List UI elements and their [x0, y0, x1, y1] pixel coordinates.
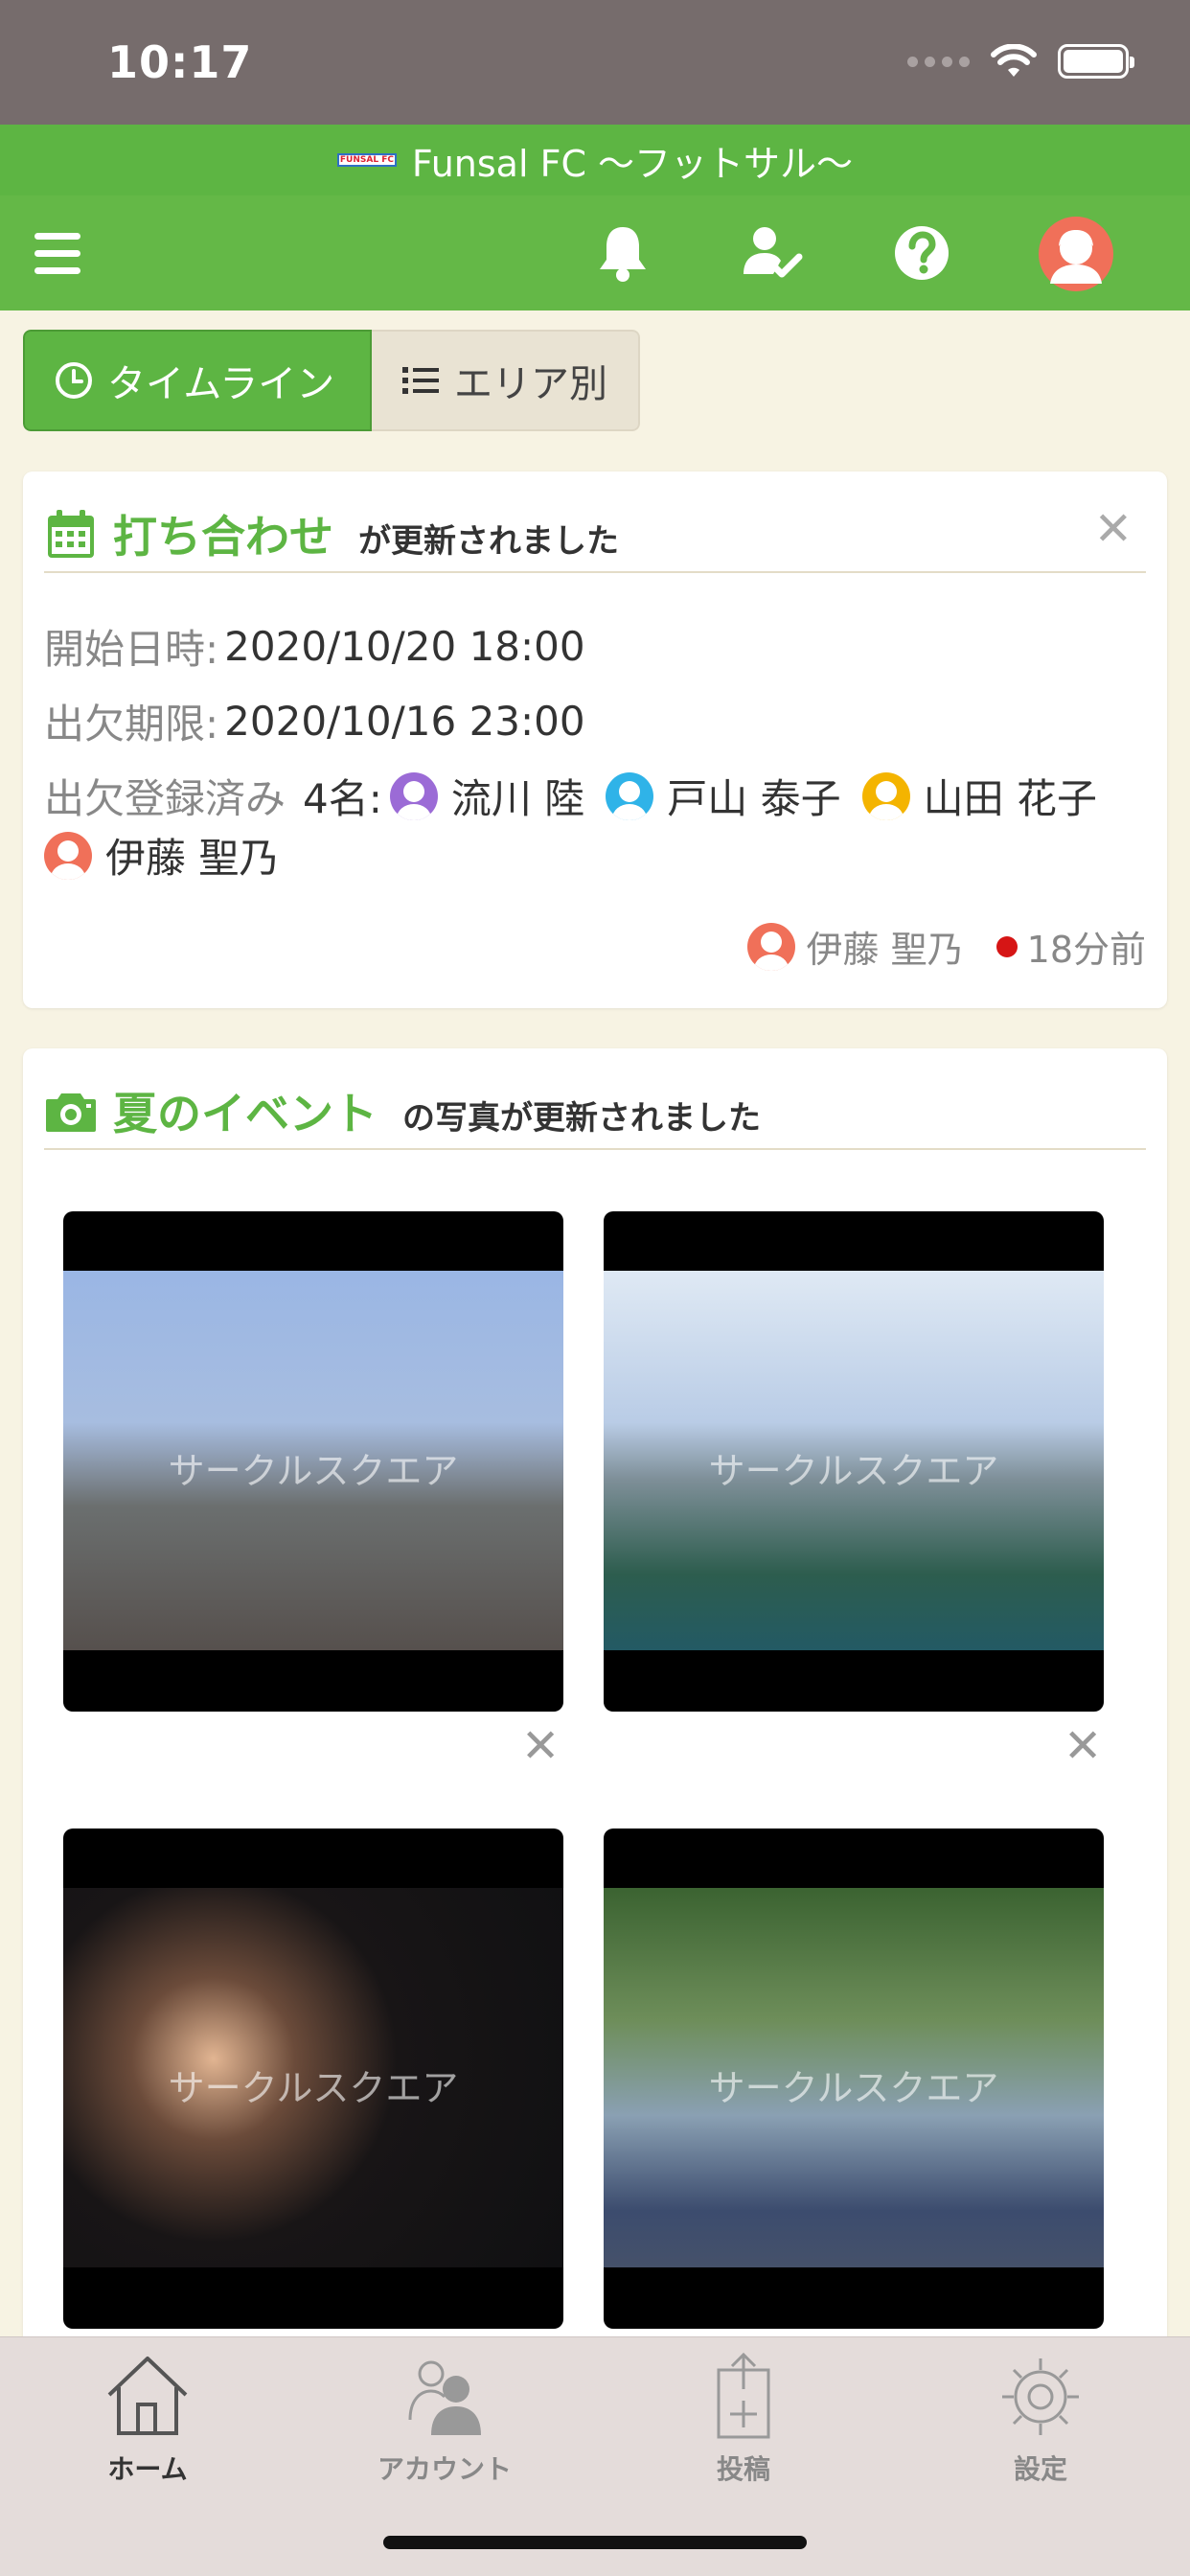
post-icon	[717, 2352, 770, 2439]
card-title-suffix: の写真が更新されました	[402, 1098, 761, 1138]
avatar	[606, 771, 654, 820]
toolbar	[0, 196, 1190, 310]
member-name[interactable]: 流川 陸	[451, 767, 584, 825]
wifi-icon	[991, 44, 1037, 77]
close-icon[interactable]: ✕	[1094, 502, 1133, 556]
photo-watermark: サークルスクエア	[708, 2067, 999, 2109]
nav-account[interactable]: アカウント	[349, 2351, 540, 2487]
menu-icon[interactable]	[21, 217, 94, 289]
start-datetime-row: 開始日時: 2020/10/20 18:00	[44, 617, 585, 676]
start-value: 2020/10/20 18:00	[224, 623, 585, 670]
card-footer: 伊藤 聖乃 18分前	[746, 920, 1146, 973]
start-label: 開始日時:	[44, 626, 219, 673]
status-time: 10:17	[107, 36, 253, 88]
photo-watermark: サークルスクエア	[168, 1450, 459, 1492]
deadline-label: 出欠期限:	[44, 701, 219, 748]
card-title-link[interactable]: 夏のイベント	[113, 1079, 378, 1142]
status-bar: 10:17	[0, 0, 1190, 125]
member-name[interactable]: 戸山 泰子	[667, 767, 840, 825]
close-icon[interactable]: ✕	[521, 1719, 560, 1773]
app-title: Funsal FC 〜フットサル〜	[411, 142, 854, 185]
avatar	[861, 771, 910, 820]
tab-area-label: エリア別	[454, 362, 607, 406]
deadline-value: 2020/10/16 23:00	[224, 698, 585, 745]
camera-icon	[46, 1093, 96, 1132]
avatar	[44, 831, 92, 880]
photo-thumbnail[interactable]: サークルスクエア	[63, 1211, 563, 1712]
card-header: 夏のイベント の写真が更新されました	[44, 1073, 1146, 1150]
registered-row: 出欠登録済み 4名: 流川 陸 戸山 泰子 山田 花子	[44, 767, 1110, 825]
avatar	[389, 771, 438, 820]
card-header: 打ち合わせ が更新されました ✕	[44, 496, 1146, 573]
member-name[interactable]: 伊藤 聖乃	[105, 826, 279, 885]
gear-icon	[1002, 2358, 1079, 2435]
account-icon	[408, 2360, 481, 2435]
app-title-bar: FUNSAL FC Funsal FC 〜フットサル〜	[0, 125, 1190, 196]
signal-icon	[907, 56, 970, 67]
registered-count: 4名:	[303, 775, 382, 822]
clock-icon	[56, 362, 92, 399]
member-name[interactable]: 山田 花子	[924, 767, 1097, 825]
tab-timeline-label: タイムライン	[107, 362, 335, 406]
home-indicator	[383, 2536, 807, 2549]
avatar-icon[interactable]	[1039, 217, 1113, 291]
battery-icon	[1058, 44, 1134, 79]
view-tabs: タイムライン エリア別	[23, 330, 640, 431]
calendar-icon	[48, 510, 94, 558]
photo-watermark: サークルスクエア	[708, 1450, 999, 1492]
nav-post-label: 投稿	[716, 2453, 770, 2485]
nav-home-label: ホーム	[107, 2453, 188, 2485]
nav-settings[interactable]: 設定	[945, 2351, 1136, 2487]
attendance-check-icon[interactable]	[736, 217, 809, 289]
photo-watermark: サークルスクエア	[168, 2067, 459, 2109]
unread-dot	[995, 935, 1018, 957]
status-icons	[907, 44, 1134, 79]
nav-home[interactable]: ホーム	[52, 2351, 243, 2487]
nav-account-label: アカウント	[377, 2453, 512, 2485]
club-logo: FUNSAL FC	[336, 153, 397, 167]
tab-timeline[interactable]: タイムライン	[23, 330, 372, 431]
bell-icon[interactable]	[586, 217, 659, 289]
footer-time: 18分前	[1026, 929, 1146, 971]
tab-area[interactable]: エリア別	[372, 330, 640, 431]
nav-settings-label: 設定	[1013, 2453, 1067, 2485]
deadline-row: 出欠期限: 2020/10/16 23:00	[44, 692, 585, 750]
photo-thumbnail[interactable]: サークルスクエア	[604, 1828, 1104, 2329]
footer-user[interactable]: 伊藤 聖乃	[807, 920, 964, 973]
avatar	[746, 922, 795, 971]
card-title-link[interactable]: 打ち合わせ	[113, 502, 333, 565]
list-icon	[402, 367, 439, 394]
timeline-card-meeting[interactable]: 打ち合わせ が更新されました ✕ 開始日時: 2020/10/20 18:00 …	[23, 472, 1167, 1008]
photo-thumbnail[interactable]: サークルスクエア	[63, 1828, 563, 2329]
card-title-suffix: が更新されました	[358, 521, 619, 561]
photo-thumbnail[interactable]: サークルスクエア	[604, 1211, 1104, 1712]
registered-label: 出欠登録済み	[44, 775, 286, 822]
nav-post[interactable]: 投稿	[648, 2351, 839, 2487]
help-icon[interactable]	[885, 217, 958, 289]
registered-row-continued: 伊藤 聖乃	[44, 826, 292, 885]
close-icon[interactable]: ✕	[1064, 1719, 1102, 1773]
home-icon	[107, 2357, 188, 2435]
